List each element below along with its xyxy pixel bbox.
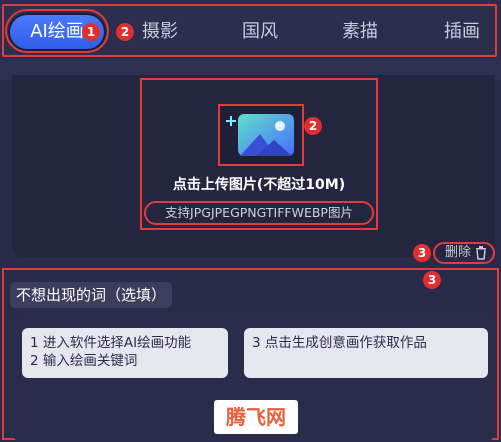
- watermark-logo: 腾飞网: [214, 400, 298, 434]
- upload-label: 点击上传图片(不超过10M): [172, 177, 346, 193]
- tip-1-line-1: 1 进入软件选择AI绘画功能: [30, 335, 192, 351]
- delete-label: 删除: [445, 245, 472, 260]
- annotation-badge-3: 3: [413, 244, 431, 262]
- trash-icon: [475, 246, 487, 266]
- tip-1-line-2: 2 输入绘画关键词: [30, 353, 138, 369]
- tabbar-annotation-outline: [2, 4, 497, 57]
- negative-prompt-title: 不想出现的词（选填）: [10, 282, 173, 308]
- delete-button[interactable]: 删除: [433, 242, 495, 264]
- tip-2-line-1: 3 点击生成创意画作获取作品: [252, 335, 427, 351]
- image-upload-icon[interactable]: [218, 104, 304, 166]
- supported-formats: 支持JPGJPEGPNGTIFFWEBP图片: [144, 201, 374, 225]
- tip-card-2: 3 点击生成创意画作获取作品: [244, 328, 488, 378]
- tip-card-1: 1 进入软件选择AI绘画功能 2 输入绘画关键词: [22, 328, 228, 378]
- annotation-badge-2b: 2: [304, 117, 322, 135]
